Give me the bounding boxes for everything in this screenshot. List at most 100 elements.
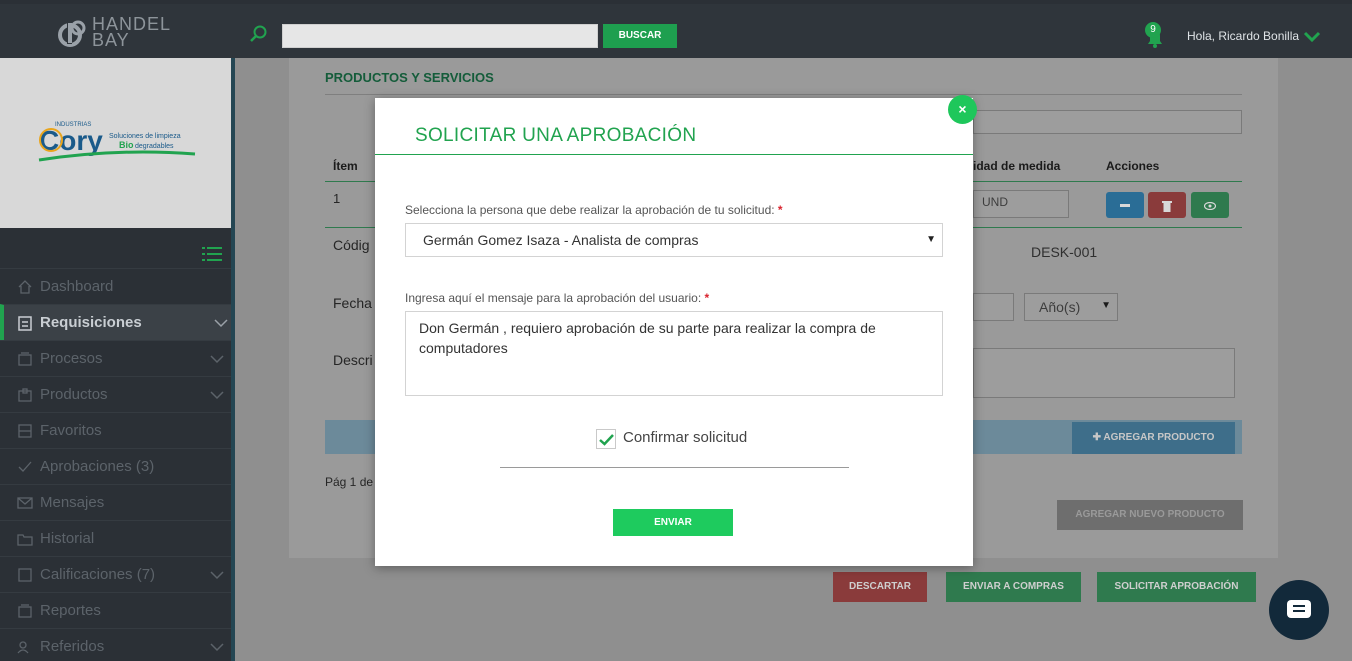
confirm-checkbox[interactable] (596, 429, 616, 449)
approval-modal: SOLICITAR UNA APROBACIÓN Selecciona la p… (375, 98, 973, 566)
add-new-product-button[interactable]: AGREGAR NUEVO PRODUCTO (1057, 500, 1243, 530)
sidebar-item-label: Productos (40, 386, 108, 403)
sidebar-item-label: Requisiciones (40, 314, 142, 331)
period-select-value: Año(s) (1039, 299, 1081, 315)
people-icon (17, 641, 29, 654)
logo-tagline-1: Soluciones de limpieza (109, 133, 181, 140)
sidebar-item-label: Reportes (40, 602, 101, 619)
divider (325, 94, 1242, 95)
chevron-down-icon[interactable] (1303, 30, 1321, 42)
section-title: PRODUCTOS Y SERVICIOS (325, 70, 494, 85)
mail-icon (17, 497, 33, 509)
product-search-input[interactable] (973, 110, 1242, 134)
fecha-label: Fecha (333, 295, 372, 311)
sidebar-item-calificaciones[interactable]: Calificaciones (7) (0, 556, 231, 592)
add-product-label: AGREGAR PRODUCTO (1103, 432, 1215, 443)
view-button[interactable] (1191, 192, 1229, 218)
close-icon: × (958, 101, 967, 117)
plus-icon: ✚ (1092, 432, 1104, 443)
chevron-down-icon (210, 643, 224, 652)
discard-button[interactable]: DESCARTAR (833, 572, 927, 602)
required-mark: * (777, 203, 783, 217)
period-select[interactable]: Año(s) ▼ (1024, 293, 1118, 321)
sidebar-item-referidos[interactable]: Referidos (0, 628, 231, 661)
pagination-text: Pág 1 de (325, 475, 374, 489)
logo-text-bottom: BAY (92, 30, 130, 50)
sidebar-item-label: Aprobaciones (3) (40, 458, 155, 475)
sidebar-item-dashboard[interactable]: Dashboard (0, 268, 231, 304)
chevron-down-icon (214, 319, 228, 328)
request-approval-button[interactable]: SOLICITAR APROBACIÓN (1097, 572, 1256, 602)
minus-icon (1120, 204, 1130, 208)
chevron-down-icon (210, 571, 224, 580)
eye-icon (1203, 201, 1217, 210)
search-input[interactable] (282, 24, 598, 48)
sidebar-item-productos[interactable]: Productos (0, 376, 231, 412)
clipboard-icon (18, 316, 32, 331)
handelbay-logo-icon (58, 20, 86, 47)
sidebar-item-label: Dashboard (40, 278, 114, 295)
required-mark: * (704, 291, 710, 305)
modal-separator (500, 467, 849, 468)
sidebar-item-procesos[interactable]: Procesos (0, 340, 231, 376)
sidebar-item-requisiciones[interactable]: Requisiciones (0, 304, 231, 340)
codigo-value: DESK-001 (1031, 244, 1098, 260)
handelbay-logo[interactable]: HANDEL BAY (58, 14, 188, 52)
square-icon (18, 568, 32, 582)
table-header-item: Ítem (333, 159, 358, 173)
box-icon (18, 388, 32, 402)
send-to-purchases-button[interactable]: ENVIAR A COMPRAS (946, 572, 1081, 602)
sidebar-item-reportes[interactable]: Reportes (0, 592, 231, 628)
check-icon (599, 434, 614, 446)
delete-button[interactable] (1148, 192, 1186, 218)
notification-count-badge: 9 (1145, 22, 1161, 38)
search-icon (250, 25, 267, 42)
check-icon (18, 461, 32, 472)
confirm-label[interactable]: Confirmar solicitud (623, 429, 747, 446)
company-logo-panel: INDUSTRIAS Cory Soluciones de limpieza B… (0, 58, 231, 228)
sidebar-item-historial[interactable]: Historial (0, 520, 231, 556)
caret-down-icon: ▼ (1101, 300, 1111, 311)
chevron-down-icon (210, 391, 224, 400)
archive-icon (18, 424, 32, 438)
sidebar-item-mensajes[interactable]: Mensajes (0, 484, 231, 520)
caret-down-icon: ▼ (926, 234, 936, 245)
home-icon (18, 280, 32, 294)
report-icon (18, 604, 32, 618)
sidebar-item-favoritos[interactable]: Favoritos (0, 412, 231, 448)
decrease-button[interactable] (1106, 192, 1144, 218)
unit-input[interactable]: UND (973, 190, 1069, 218)
approver-select[interactable]: Germán Gomez Isaza - Analista de compras… (405, 223, 943, 257)
inbox-icon (18, 352, 32, 366)
modal-title: SOLICITAR UNA APROBACIÓN (415, 125, 697, 146)
logo-tagline-2: degradables (135, 143, 174, 150)
codigo-label: Códig (333, 237, 370, 253)
approval-message-textarea[interactable]: Don Germán , requiero aprobación de su p… (405, 311, 943, 396)
notifications-button[interactable]: 9 (1142, 22, 1166, 48)
description-textarea[interactable] (973, 348, 1235, 398)
add-product-button[interactable]: ✚ AGREGAR PRODUCTO (1072, 422, 1235, 454)
table-cell-item: 1 (333, 191, 341, 206)
send-button[interactable]: ENVIAR (613, 509, 733, 536)
table-header-unit: idad de medida (973, 159, 1061, 173)
close-modal-button[interactable]: × (948, 95, 977, 124)
sidebar-item-label: Calificaciones (7) (40, 566, 156, 583)
message-label: Ingresa aquí el mensaje para la aprobaci… (405, 291, 709, 305)
chat-button[interactable] (1269, 580, 1329, 640)
sidebar-item-label: Procesos (40, 350, 103, 367)
quantity-input[interactable] (973, 293, 1014, 321)
user-greeting[interactable]: Hola, Ricardo Bonilla (1187, 29, 1299, 43)
search-button[interactable]: BUSCAR (603, 24, 677, 48)
menu-toggle-icon[interactable] (202, 246, 222, 262)
trash-icon (1162, 200, 1172, 212)
modal-title-underline (375, 154, 973, 155)
sidebar-item-aprobaciones[interactable]: Aprobaciones (3) (0, 448, 231, 484)
sidebar-item-label: Favoritos (40, 422, 102, 439)
message-label-text: Ingresa aquí el mensaje para la aprobaci… (405, 291, 702, 305)
sidebar-item-label: Referidos (40, 638, 105, 655)
approver-label-text: Selecciona la persona que debe realizar … (405, 203, 775, 217)
approver-select-value: Germán Gomez Isaza - Analista de compras (423, 232, 699, 248)
approver-label: Selecciona la persona que debe realizar … (405, 203, 783, 217)
chevron-down-icon (210, 355, 224, 364)
sidebar-item-label: Historial (40, 530, 95, 547)
